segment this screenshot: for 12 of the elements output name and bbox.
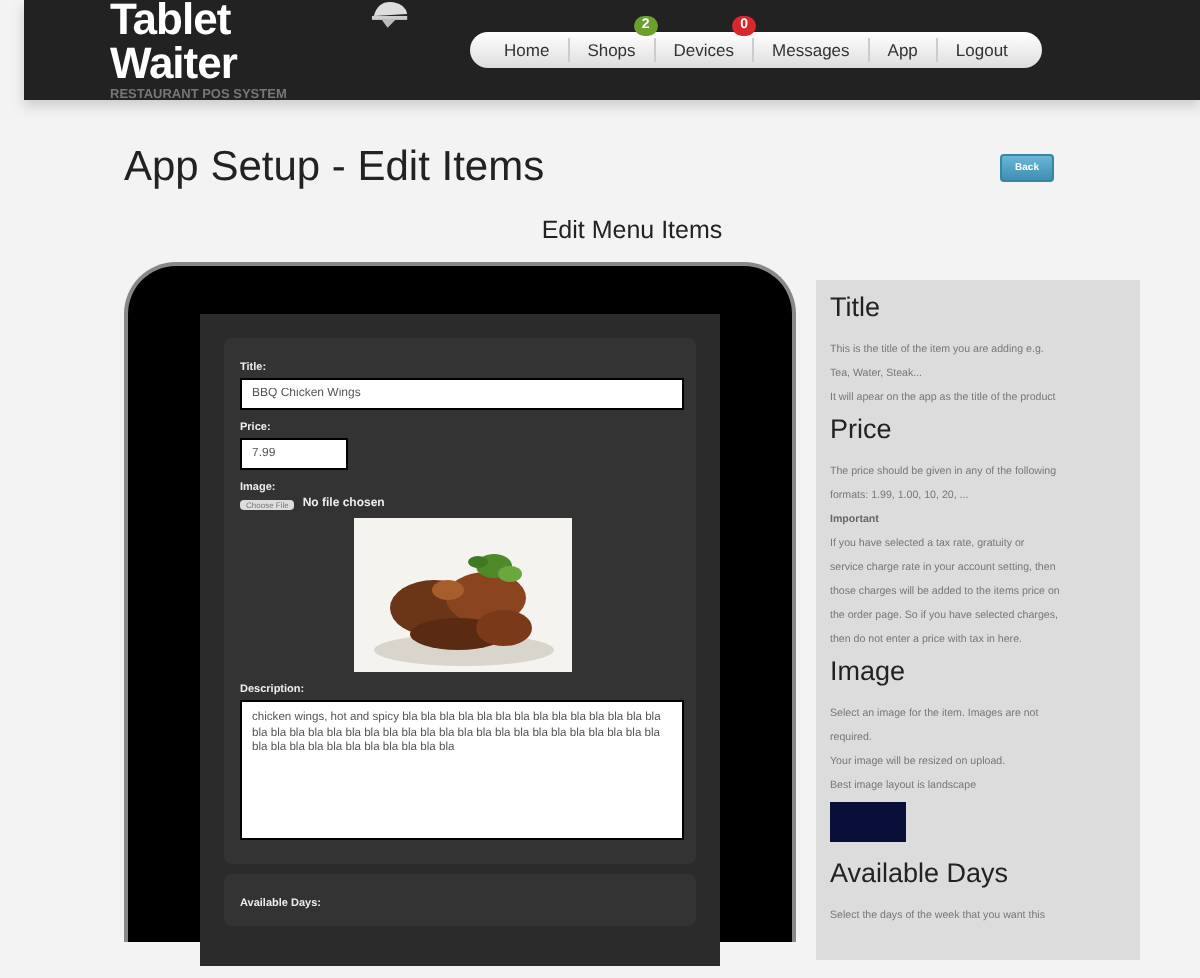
nav-link[interactable]: App — [867, 38, 936, 62]
help-heading: Image — [830, 656, 908, 686]
help-heading: Price — [830, 414, 894, 444]
page-title: App Setup - Edit Items — [124, 144, 547, 192]
logo-text: Tablet Waiter — [110, 0, 240, 86]
help-heading: Title — [830, 292, 883, 322]
section-title: Edit Menu Items — [539, 216, 725, 244]
nav-link[interactable]: Home — [486, 38, 568, 62]
nav-link[interactable]: Logout — [935, 38, 1026, 62]
help-heading: Available Days — [830, 858, 1011, 888]
cloche-icon — [370, 0, 410, 30]
nav-link[interactable]: Messages — [752, 38, 868, 62]
